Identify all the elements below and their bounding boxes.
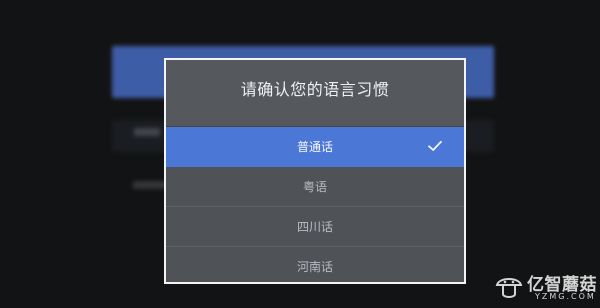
language-option-mandarin[interactable]: 普通话 [166,127,464,167]
dialog-header: 请确认您的语言习惯 [166,60,464,126]
language-option-label: 普通话 [296,140,333,154]
watermark-domain: YZMG.COM [535,292,596,301]
language-option-label: 粤语 [302,180,327,194]
check-icon [428,140,442,151]
language-option-label: 河南话 [296,260,333,274]
language-option-henanese[interactable]: 河南话 [166,247,464,282]
screen: 请确认您的语言习惯 普通话 粤语 四川话 河南话 亿智蘑菇 YZMG.COM [0,0,600,308]
watermark: 亿智蘑菇 YZMG.COM [492,268,600,308]
dialog-title: 请确认您的语言习惯 [240,80,390,99]
background-title-blur [268,14,338,24]
language-option-cantonese[interactable]: 粤语 [166,167,464,207]
language-dialog: 请确认您的语言习惯 普通话 粤语 四川话 河南话 [164,58,466,284]
background-row-text-blur [134,128,160,136]
language-option-sichuanese[interactable]: 四川话 [166,207,464,247]
mushroom-logo-icon [495,278,523,298]
language-options-list: 普通话 粤语 四川话 河南话 [166,127,464,282]
language-option-label: 四川话 [296,220,333,234]
